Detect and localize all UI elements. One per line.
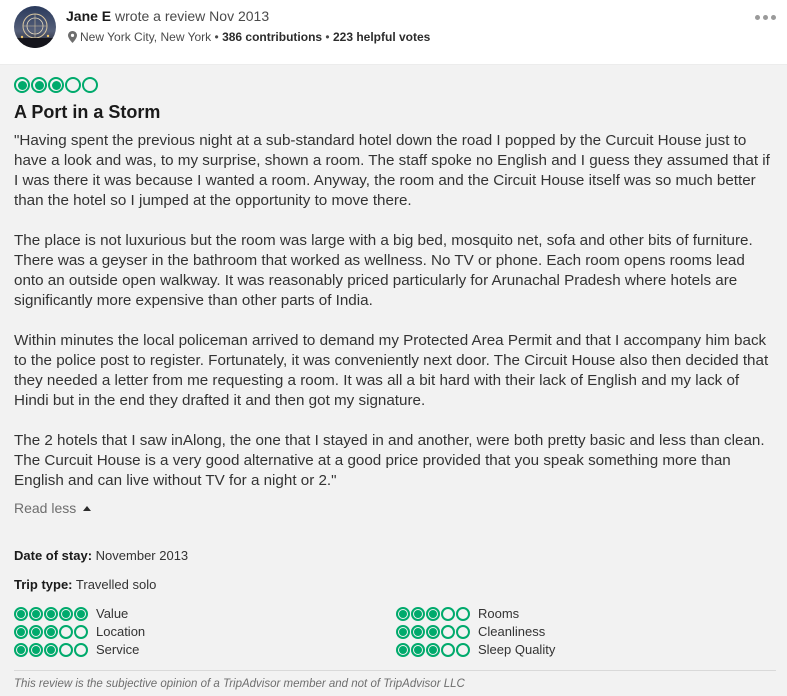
map-pin-icon xyxy=(68,31,77,43)
review-paragraph: The place is not luxurious but the room … xyxy=(14,232,753,309)
read-less-button[interactable]: Read less xyxy=(14,500,92,516)
bubble-filled-icon xyxy=(44,642,58,657)
bubble-filled-icon xyxy=(14,642,28,657)
bubble-empty-icon xyxy=(456,624,470,639)
bubble-filled-icon xyxy=(74,606,88,621)
meta-separator: • xyxy=(214,30,219,44)
bubble-filled-icon xyxy=(396,642,410,657)
bubble-empty-icon xyxy=(441,642,455,657)
bubble-filled-icon xyxy=(44,606,58,621)
review-paragraph: The 2 hotels that I saw inAlong, the one… xyxy=(14,432,765,489)
review-text: "Having spent the previous night at a su… xyxy=(14,131,774,511)
author-contributions: 386 contributions xyxy=(222,30,323,44)
bubble-filled-icon xyxy=(411,606,425,621)
bubble-empty-icon xyxy=(441,606,455,621)
bubble-filled-icon xyxy=(44,624,58,639)
bubble-filled-icon xyxy=(426,642,440,657)
sub-rating-sleep-quality: Sleep Quality xyxy=(396,642,555,657)
sub-rating-cleanliness: Cleanliness xyxy=(396,624,545,639)
trip-type-value: Travelled solo xyxy=(75,577,157,592)
review-title: A Port in a Storm xyxy=(14,102,161,122)
more-options-icon[interactable] xyxy=(752,9,778,25)
bubble-filled-icon xyxy=(29,624,43,639)
divider xyxy=(14,670,776,671)
bubble-filled-icon xyxy=(411,642,425,657)
review-rating xyxy=(14,77,98,93)
sub-rating-label: Location xyxy=(96,624,146,639)
bubble-filled-icon xyxy=(29,642,43,657)
bubble-filled-icon xyxy=(14,624,28,639)
review-action-text: wrote a review Nov 2013 xyxy=(115,8,270,24)
review-paragraph: Within minutes the local policeman arriv… xyxy=(14,332,769,409)
date-of-stay: Date of stay: November 2013 xyxy=(14,548,188,563)
bubble-empty-icon xyxy=(59,624,73,639)
trip-type-label: Trip type: xyxy=(14,577,73,592)
author-meta: New York City, New York • 386 contributi… xyxy=(68,30,430,44)
bubble-filled-icon xyxy=(31,77,47,93)
bubble-empty-icon xyxy=(456,642,470,657)
sub-rating-service: Service xyxy=(14,642,139,657)
bubble-filled-icon xyxy=(426,606,440,621)
bubble-empty-icon xyxy=(441,624,455,639)
bubble-filled-icon xyxy=(14,606,28,621)
sub-rating-label: Value xyxy=(96,606,129,621)
review-paragraph: "Having spent the previous night at a su… xyxy=(14,132,770,209)
bubble-empty-icon xyxy=(59,642,73,657)
rating-bubbles xyxy=(14,77,98,93)
bubble-empty-icon xyxy=(82,77,98,93)
sub-rating-label: Rooms xyxy=(478,606,520,621)
bubble-empty-icon xyxy=(456,606,470,621)
author-helpful-votes: 223 helpful votes xyxy=(332,30,431,44)
bubble-filled-icon xyxy=(29,606,43,621)
meta-separator: • xyxy=(325,30,330,44)
sub-rating-location: Location xyxy=(14,624,145,639)
date-of-stay-label: Date of stay: xyxy=(14,548,93,563)
avatar[interactable] xyxy=(14,6,56,48)
review-header: Jane E wrote a review Nov 2013 New York … xyxy=(0,0,787,65)
sub-rating-value: Value xyxy=(14,606,128,621)
bubble-filled-icon xyxy=(396,624,410,639)
sub-rating-rooms: Rooms xyxy=(396,606,519,621)
bubble-empty-icon xyxy=(74,642,88,657)
sub-rating-label: Cleanliness xyxy=(478,624,546,639)
bubble-empty-icon xyxy=(65,77,81,93)
caret-up-icon xyxy=(83,505,92,511)
author-location: New York City, New York xyxy=(80,30,212,44)
bubble-filled-icon xyxy=(411,624,425,639)
sub-rating-label: Service xyxy=(96,642,140,657)
bubble-filled-icon xyxy=(396,606,410,621)
bubble-empty-icon xyxy=(74,624,88,639)
author-line: Jane E wrote a review Nov 2013 xyxy=(66,8,269,24)
disclaimer: This review is the subjective opinion of… xyxy=(14,678,465,690)
sub-rating-label: Sleep Quality xyxy=(478,642,556,657)
review-body: A Port in a Storm "Having spent the prev… xyxy=(0,65,787,696)
bubble-filled-icon xyxy=(426,624,440,639)
bubble-filled-icon xyxy=(48,77,64,93)
date-of-stay-value: November 2013 xyxy=(95,548,189,563)
read-less-label: Read less xyxy=(14,500,77,516)
bubble-filled-icon xyxy=(59,606,73,621)
bubble-filled-icon xyxy=(14,77,30,93)
trip-type: Trip type: Travelled solo xyxy=(14,577,156,592)
author-name[interactable]: Jane E xyxy=(66,8,111,24)
